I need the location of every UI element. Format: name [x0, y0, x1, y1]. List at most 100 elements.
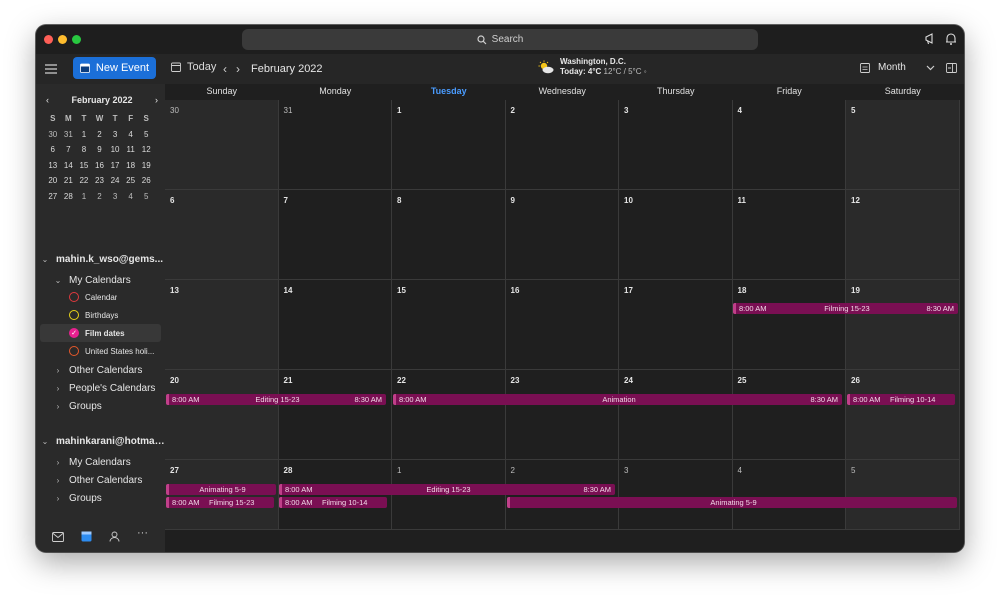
- mini-day[interactable]: 8: [76, 142, 92, 158]
- mini-day[interactable]: 5: [138, 189, 154, 205]
- previous-period-button[interactable]: ‹: [223, 62, 227, 76]
- today-button[interactable]: Today: [171, 61, 216, 73]
- view-selector[interactable]: Month: [860, 62, 906, 73]
- people-icon[interactable]: [109, 531, 120, 542]
- event-animation[interactable]: 8:00 AM Animation 8:30 AM: [393, 394, 842, 405]
- mini-day[interactable]: 11: [123, 142, 139, 158]
- next-period-button[interactable]: ›: [236, 62, 240, 76]
- day-cell[interactable]: 13: [165, 280, 279, 370]
- day-cell[interactable]: 31: [278, 100, 392, 190]
- day-cell[interactable]: 15: [392, 280, 506, 370]
- day-cell[interactable]: 12: [846, 190, 960, 280]
- mini-day[interactable]: 31: [61, 127, 77, 143]
- hamburger-menu-icon[interactable]: [45, 63, 57, 75]
- day-cell[interactable]: 2: [505, 100, 619, 190]
- mail-icon[interactable]: [52, 532, 64, 542]
- mini-day[interactable]: 27: [45, 189, 61, 205]
- event-animating-5-9-a[interactable]: Animating 5-9: [166, 484, 276, 495]
- day-cell[interactable]: 23: [505, 370, 619, 460]
- mini-day[interactable]: 10: [107, 142, 123, 158]
- mini-day[interactable]: 17: [107, 158, 123, 174]
- groups-group[interactable]: › Groups: [36, 397, 165, 415]
- day-cell[interactable]: 22: [392, 370, 506, 460]
- new-event-button[interactable]: New Event: [73, 57, 156, 79]
- peoples-calendars-group[interactable]: › People's Calendars: [36, 379, 165, 397]
- zoom-window-button[interactable]: [72, 35, 81, 44]
- my-calendars-group-2[interactable]: › My Calendars: [36, 453, 165, 471]
- mini-day[interactable]: 25: [123, 173, 139, 189]
- day-cell[interactable]: 28: [278, 460, 392, 530]
- mini-day[interactable]: 24: [107, 173, 123, 189]
- mini-day[interactable]: 19: [138, 158, 154, 174]
- day-cell[interactable]: 1: [392, 460, 506, 530]
- day-cell[interactable]: 17: [619, 280, 733, 370]
- mini-day[interactable]: 7: [61, 142, 77, 158]
- day-cell[interactable]: 5: [846, 100, 960, 190]
- day-cell[interactable]: 6: [165, 190, 279, 280]
- day-cell[interactable]: 9: [505, 190, 619, 280]
- bell-icon[interactable]: [944, 32, 958, 46]
- day-cell[interactable]: 19: [846, 280, 960, 370]
- my-calendars-group[interactable]: ⌄ My Calendars: [36, 271, 165, 289]
- mini-day[interactable]: 4: [123, 127, 139, 143]
- day-cell[interactable]: 1: [392, 100, 506, 190]
- close-window-button[interactable]: [44, 35, 53, 44]
- event-filming-15-23-b[interactable]: 8:00 AM Filming 15-23: [166, 497, 274, 508]
- mini-day[interactable]: 18: [123, 158, 139, 174]
- mini-day[interactable]: 21: [61, 173, 77, 189]
- day-cell[interactable]: 18: [732, 280, 846, 370]
- event-editing-15-23-a[interactable]: 8:00 AM Editing 15-23 8:30 AM: [166, 394, 386, 405]
- event-filming-10-14-a[interactable]: 8:00 AM Filming 10-14: [847, 394, 955, 405]
- mini-day[interactable]: 2: [92, 127, 108, 143]
- event-editing-15-23-b[interactable]: 8:00 AM Editing 15-23 8:30 AM: [279, 484, 615, 495]
- mini-day[interactable]: 13: [45, 158, 61, 174]
- account-header-1[interactable]: ⌄ mahin.k_wso@gems...: [36, 250, 165, 268]
- minimize-window-button[interactable]: [58, 35, 67, 44]
- mini-day[interactable]: 1: [76, 189, 92, 205]
- calendar-item-film-dates[interactable]: ✓ Film dates: [40, 324, 161, 342]
- pane-toggle-icon[interactable]: [946, 63, 957, 73]
- account-header-2[interactable]: ⌄ mahinkarani@hotmai...: [36, 432, 165, 450]
- weather-widget[interactable]: Washington, D.C. Today: 4°C 12°C / 5°C ◦: [538, 57, 647, 77]
- mini-day[interactable]: 20: [45, 173, 61, 189]
- day-cell[interactable]: 26: [846, 370, 960, 460]
- mini-day[interactable]: 3: [107, 127, 123, 143]
- other-calendars-group[interactable]: › Other Calendars: [36, 361, 165, 379]
- mini-day[interactable]: 26: [138, 173, 154, 189]
- mini-day[interactable]: 3: [107, 189, 123, 205]
- day-cell[interactable]: 27: [165, 460, 279, 530]
- calendar-module-icon[interactable]: [81, 531, 92, 542]
- calendar-item-calendar[interactable]: Calendar: [36, 288, 165, 306]
- mini-day[interactable]: 22: [76, 173, 92, 189]
- day-cell[interactable]: 30: [165, 100, 279, 190]
- other-calendars-group-2[interactable]: › Other Calendars: [36, 471, 165, 489]
- day-cell[interactable]: 3: [619, 460, 733, 530]
- day-cell[interactable]: 21: [278, 370, 392, 460]
- mini-calendar-next-button[interactable]: ›: [155, 95, 158, 105]
- event-filming-10-14-b[interactable]: 8:00 AM Filming 10-14: [279, 497, 387, 508]
- day-cell[interactable]: 5: [846, 460, 960, 530]
- day-cell[interactable]: 16: [505, 280, 619, 370]
- more-apps-icon[interactable]: ···: [137, 527, 148, 539]
- event-animating-5-9-b[interactable]: Animating 5-9: [507, 497, 957, 508]
- mini-day[interactable]: 14: [61, 158, 77, 174]
- mini-day[interactable]: 2: [92, 189, 108, 205]
- mini-day[interactable]: 16: [92, 158, 108, 174]
- day-cell[interactable]: 3: [619, 100, 733, 190]
- day-cell[interactable]: 25: [732, 370, 846, 460]
- calendar-item-us-holidays[interactable]: United States holi...: [36, 342, 165, 360]
- day-cell[interactable]: 4: [732, 100, 846, 190]
- mini-day[interactable]: 5: [138, 127, 154, 143]
- mini-day[interactable]: 12: [138, 142, 154, 158]
- calendar-item-birthdays[interactable]: Birthdays: [36, 306, 165, 324]
- mini-day[interactable]: 1: [76, 127, 92, 143]
- megaphone-icon[interactable]: [924, 32, 938, 46]
- day-cell[interactable]: 7: [278, 190, 392, 280]
- mini-day[interactable]: 23: [92, 173, 108, 189]
- day-cell[interactable]: 4: [732, 460, 846, 530]
- day-cell[interactable]: 24: [619, 370, 733, 460]
- day-cell[interactable]: 2: [505, 460, 619, 530]
- search-input[interactable]: Search: [242, 29, 758, 50]
- event-filming-15-23-a[interactable]: 8:00 AM Filming 15-23 8:30 AM: [733, 303, 958, 314]
- mini-day[interactable]: 28: [61, 189, 77, 205]
